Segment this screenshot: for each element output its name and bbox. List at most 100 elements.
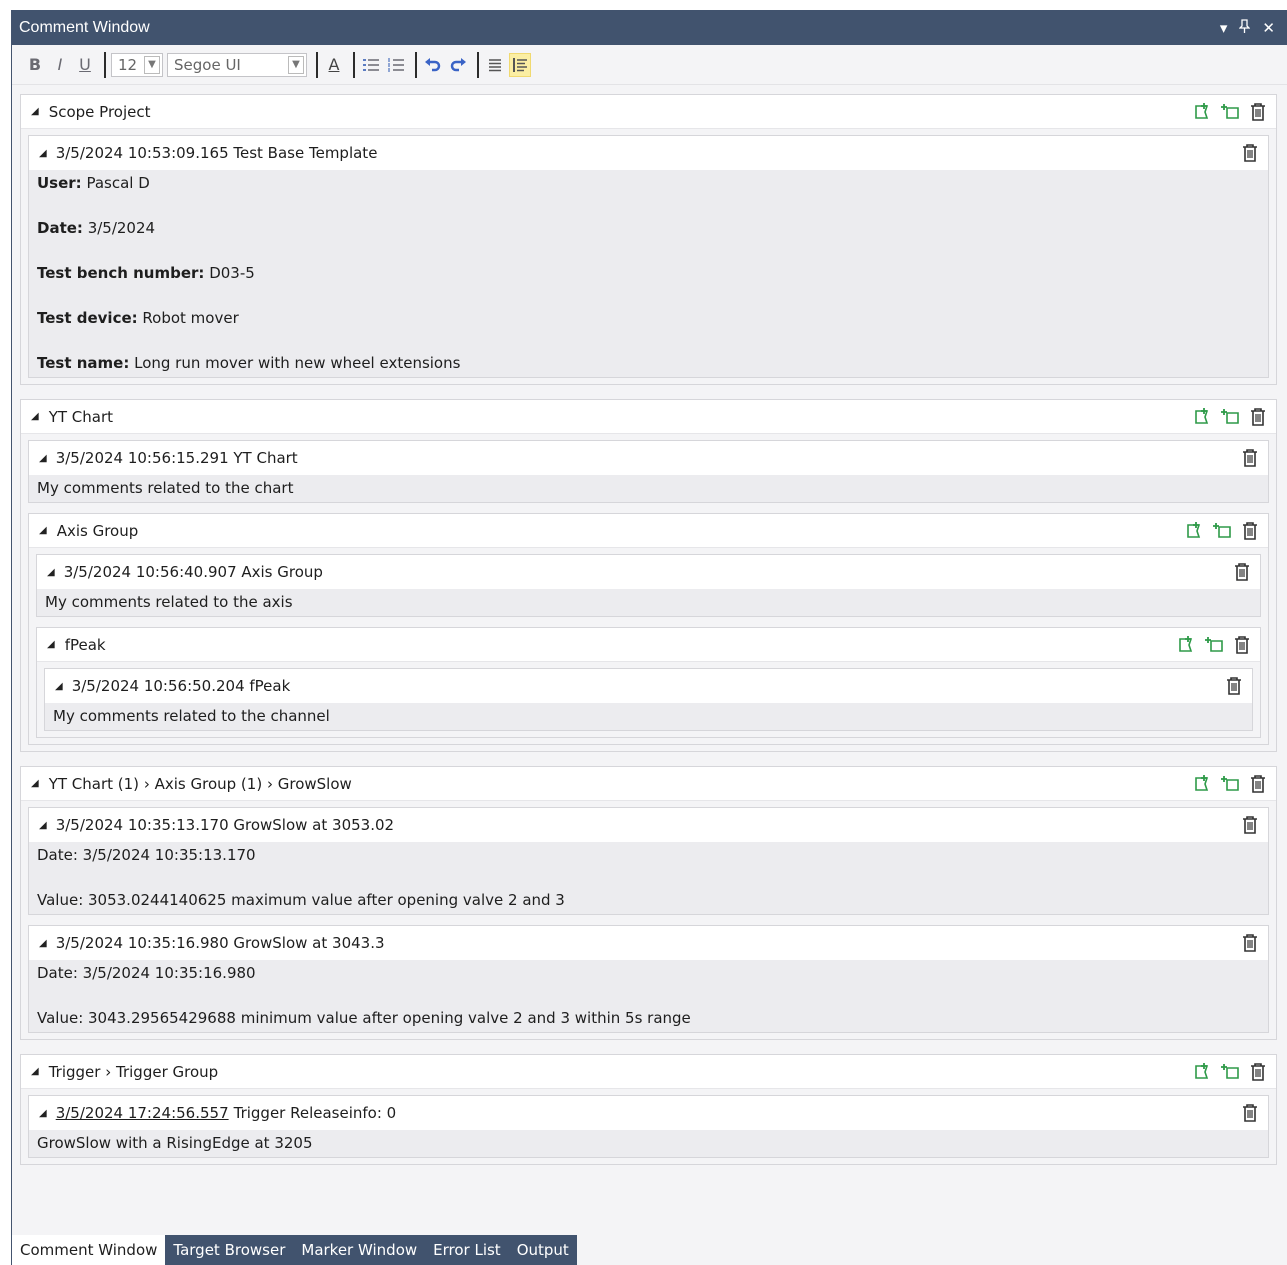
add-comment-icon[interactable] [1192,773,1212,795]
add-subcomment-icon[interactable] [1220,1061,1240,1083]
field-label: Test name: [37,354,130,372]
undo-icon[interactable] [422,53,444,77]
comment-body[interactable]: Date: 3/5/2024 10:35:13.170 Value: 3053.… [29,842,1268,914]
comment-body[interactable]: Date: 3/5/2024 10:35:16.980 Value: 3043.… [29,960,1268,1032]
font-family-select[interactable]: Segoe UI ▼ [167,52,307,77]
trash-icon[interactable] [1248,773,1268,795]
group-trigger: ◢ Trigger › Trigger Group ◢ 3/5/2024 17:… [20,1054,1277,1165]
group-header[interactable]: ◢ Scope Project [21,95,1276,129]
bold-button[interactable]: B [24,53,46,77]
trash-icon[interactable] [1248,101,1268,123]
comment-header[interactable]: ◢ 3/5/2024 17:24:56.557 Trigger Releasei… [29,1096,1268,1130]
collapse-triangle-icon[interactable]: ◢ [31,1066,39,1077]
trash-icon[interactable] [1240,447,1260,469]
trash-icon[interactable] [1240,932,1260,954]
add-subcomment-icon[interactable] [1204,634,1224,656]
comment-title: 3/5/2024 10:53:09.165 Test Base Template [55,144,378,162]
collapse-triangle-icon[interactable]: ◢ [39,453,47,464]
comment-header[interactable]: ◢ 3/5/2024 10:35:16.980 GrowSlow at 3043… [29,926,1268,960]
tab-error-list[interactable]: Error List [425,1235,509,1265]
pin-icon[interactable] [1238,18,1251,37]
trash-icon[interactable] [1240,142,1260,164]
comment-text: Date: 3/5/2024 10:35:13.170 [37,846,256,864]
close-icon[interactable]: ✕ [1262,19,1275,37]
comment-header[interactable]: ◢ 3/5/2024 10:56:40.907 Axis Group [37,555,1260,589]
comment-text: Date: 3/5/2024 10:35:16.980 [37,964,256,982]
add-comment-icon[interactable] [1184,520,1204,542]
align-justify-icon[interactable] [484,53,506,77]
timestamp-link[interactable]: 3/5/2024 17:24:56.557 [56,1104,229,1122]
font-color-button[interactable]: A [323,53,345,77]
breadcrumb-item: Trigger Group [116,1062,219,1081]
trash-icon[interactable] [1248,1061,1268,1083]
collapse-triangle-icon[interactable]: ◢ [47,567,55,578]
tab-marker-window[interactable]: Marker Window [293,1235,426,1265]
trash-icon[interactable] [1240,814,1260,836]
bullet-list-icon[interactable] [360,53,382,77]
dropdown-icon[interactable]: ▾ [1220,19,1228,37]
comment-body[interactable]: User: Pascal D Date: 3/5/2024 Test bench… [29,170,1268,377]
collapse-triangle-icon[interactable]: ◢ [31,778,39,789]
collapse-triangle-icon[interactable]: ◢ [31,411,39,422]
group-header[interactable]: ◢ Axis Group [29,514,1268,548]
toolbar-separator [316,51,318,78]
group-header[interactable]: ◢ Trigger › Trigger Group [21,1055,1276,1089]
comment-body[interactable]: GrowSlow with a RisingEdge at 3205 [29,1130,1268,1157]
collapse-triangle-icon[interactable]: ◢ [31,106,39,117]
group-yt-chart: ◢ YT Chart ◢ 3/5/2024 10:56:15.291 YT Ch… [20,399,1277,752]
comment-body[interactable]: My comments related to the axis [37,589,1260,616]
add-comment-icon[interactable] [1192,406,1212,428]
toolbar-separator [353,51,355,78]
collapse-triangle-icon[interactable]: ◢ [39,1108,47,1119]
trash-icon[interactable] [1224,675,1244,697]
underline-button[interactable]: U [74,53,96,77]
group-header[interactable]: ◢ YT Chart (1) › Axis Group (1) › GrowSl… [21,767,1276,801]
field-label: User: [37,174,82,192]
collapse-triangle-icon[interactable]: ◢ [55,681,63,692]
wrap-text-icon[interactable] [509,52,531,77]
collapse-triangle-icon[interactable]: ◢ [47,639,55,650]
italic-button[interactable]: I [49,53,71,77]
comment-item: ◢ 3/5/2024 10:56:15.291 YT Chart My comm… [28,440,1269,503]
numbered-list-icon[interactable] [385,53,407,77]
trash-icon[interactable] [1248,406,1268,428]
comment-header[interactable]: ◢ 3/5/2024 10:35:13.170 GrowSlow at 3053… [29,808,1268,842]
tab-comment-window[interactable]: Comment Window [12,1235,166,1265]
collapse-triangle-icon[interactable]: ◢ [39,820,47,831]
add-subcomment-icon[interactable] [1212,520,1232,542]
comment-header[interactable]: ◢ 3/5/2024 10:56:50.204 fPeak [45,669,1252,703]
font-size-select[interactable]: 12 ▼ [111,52,163,77]
add-comment-icon[interactable] [1176,634,1196,656]
group-header[interactable]: ◢ YT Chart [21,400,1276,434]
breadcrumb-item: YT Chart (1) [48,774,140,793]
tab-output[interactable]: Output [508,1235,577,1265]
collapse-triangle-icon[interactable]: ◢ [39,938,47,949]
add-subcomment-icon[interactable] [1220,406,1240,428]
comment-body[interactable]: My comments related to the channel [45,703,1252,730]
comment-title: 3/5/2024 10:56:40.907 Axis Group [63,563,323,581]
comment-title: 3/5/2024 10:56:50.204 fPeak [71,677,291,695]
group-title: Axis Group [56,521,139,540]
collapse-triangle-icon[interactable]: ◢ [39,148,47,159]
collapse-triangle-icon[interactable]: ◢ [39,525,47,536]
trash-icon[interactable] [1232,634,1252,656]
window-title: Comment Window [19,18,150,36]
trash-icon[interactable] [1240,520,1260,542]
redo-icon[interactable] [447,53,469,77]
add-subcomment-icon[interactable] [1220,101,1240,123]
add-comment-icon[interactable] [1192,101,1212,123]
comment-header[interactable]: ◢ 3/5/2024 10:53:09.165 Test Base Templa… [29,136,1268,170]
trash-icon[interactable] [1232,561,1252,583]
comment-text: My comments related to the chart [37,479,294,497]
comment-text: GrowSlow with a RisingEdge at 3205 [37,1134,313,1152]
trash-icon[interactable] [1240,1102,1260,1124]
tab-target-browser[interactable]: Target Browser [165,1235,294,1265]
comment-header[interactable]: ◢ 3/5/2024 10:56:15.291 YT Chart [29,441,1268,475]
comment-body[interactable]: My comments related to the chart [29,475,1268,502]
group-header[interactable]: ◢ fPeak [37,628,1260,662]
field-value: Robot mover [137,309,239,327]
add-subcomment-icon[interactable] [1220,773,1240,795]
add-comment-icon[interactable] [1192,1061,1212,1083]
comment-window: Comment Window ▾ ✕ B I U 12 ▼ Segoe UI ▼… [11,10,1287,1265]
comment-item: ◢ 3/5/2024 10:56:50.204 fPeak My comment… [44,668,1253,731]
